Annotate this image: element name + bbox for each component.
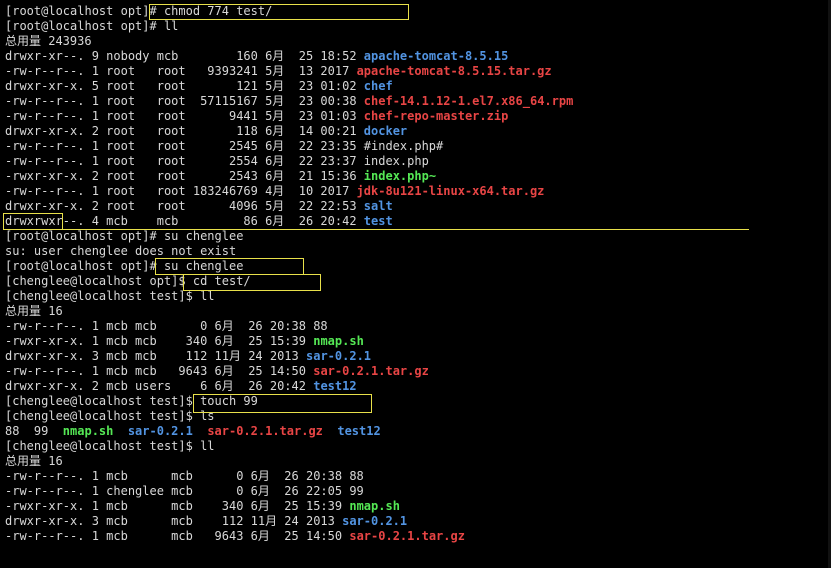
line-text	[193, 424, 207, 438]
line-text: [chenglee@localhost test]$ touch 99	[5, 394, 258, 408]
terminal-line: -rw-r--r--. 1 mcb mcb 0 6月 26 20:38 88	[5, 469, 827, 484]
line-text: -rw-r--r--. 1 root root 57115167 5月 23 0…	[5, 94, 364, 108]
terminal-line: 总用量 16	[5, 454, 827, 469]
line-text: -rw-r--r--. 1 root root 9393241 5月 13 20…	[5, 64, 357, 78]
terminal-line: -rw-r--r--. 1 root root 2545 6月 22 23:35…	[5, 139, 827, 154]
terminal-line: [chenglee@localhost test]$ ls	[5, 409, 827, 424]
line-text: drwxr-xr-x. 2 root root 118 6月 14 00:21	[5, 124, 364, 138]
directory-name: sar-0.2.1	[342, 514, 408, 528]
terminal-window[interactable]: [root@localhost opt]# chmod 774 test/[ro…	[0, 0, 831, 568]
terminal-line: -rwxr-xr-x. 1 mcb mcb 340 6月 25 15:39 nm…	[5, 334, 827, 349]
terminal-line: su: user chenglee does not exist	[5, 244, 827, 259]
executable-name: nmap.sh	[62, 424, 114, 438]
directory-name: chef	[363, 79, 393, 93]
terminal-line: -rw-r--r--. 1 root root 9393241 5月 13 20…	[5, 64, 827, 79]
terminal-output: [root@localhost opt]# chmod 774 test/[ro…	[5, 4, 827, 544]
terminal-line: 88 99 nmap.sh sar-0.2.1 sar-0.2.1.tar.gz…	[5, 424, 827, 439]
line-text: -rw-r--r--. 1 root root 2554 6月 22 23:37…	[5, 154, 429, 168]
terminal-line: drwxrwxr--. 4 mcb mcb 86 6月 26 20:42 tes…	[5, 214, 827, 229]
line-text: -rw-r--r--. 1 mcb mcb 0 6月 26 20:38 88	[5, 319, 328, 333]
line-text: -rw-r--r--. 1 root root 183246769 4月 10 …	[5, 184, 357, 198]
terminal-line: -rw-r--r--. 1 chenglee mcb 0 6月 26 22:05…	[5, 484, 827, 499]
line-text: 总用量 16	[5, 304, 63, 318]
terminal-line: 总用量 16	[5, 304, 827, 319]
terminal-line: drwxr-xr-x. 3 mcb mcb 112 11月 24 2013 sa…	[5, 514, 827, 529]
terminal-line: -rwxr-xr-x. 1 mcb mcb 340 6月 25 15:39 nm…	[5, 499, 827, 514]
line-text: 88 99	[5, 424, 63, 438]
line-text: drwxr-xr--. 9 nobody mcb 160 6月 25 18:52	[5, 49, 364, 63]
line-text: -rw-r--r--. 1 root root 2545 6月 22 23:35…	[5, 139, 444, 153]
line-text: drwxr-xr-x. 3 mcb mcb 112 11月 24 2013	[5, 514, 343, 528]
terminal-line: [chenglee@localhost opt]$ cd test/	[5, 274, 827, 289]
executable-name: nmap.sh	[313, 334, 364, 348]
directory-name: sar-0.2.1	[127, 424, 193, 438]
archive-name: jdk-8u121-linux-x64.tar.gz	[356, 184, 545, 198]
directory-name: docker	[363, 124, 408, 138]
directory-name: test	[363, 214, 393, 228]
archive-name: sar-0.2.1.tar.gz	[313, 364, 429, 378]
terminal-line: -rwxr-xr-x. 2 root root 2543 6月 21 15:36…	[5, 169, 827, 184]
terminal-line: -rw-r--r--. 1 mcb mcb 9643 6月 25 14:50 s…	[5, 364, 827, 379]
line-text: [root@localhost opt]# chmod 774 test/	[5, 4, 273, 18]
line-text: [chenglee@localhost test]$ ll	[5, 289, 215, 303]
terminal-line: -rw-r--r--. 1 mcb mcb 0 6月 26 20:38 88	[5, 319, 827, 334]
archive-name: chef-14.1.12-1.el7.x86_64.rpm	[363, 94, 574, 108]
directory-name: test12	[337, 424, 381, 438]
directory-name: apache-tomcat-8.5.15	[363, 49, 509, 63]
line-text: [root@localhost opt]# su chenglee	[5, 259, 244, 273]
terminal-line: -rw-r--r--. 1 root root 183246769 4月 10 …	[5, 184, 827, 199]
line-text: -rw-r--r--. 1 mcb mcb 0 6月 26 20:38 88	[5, 469, 364, 483]
terminal-line: drwxr-xr-x. 3 mcb mcb 112 11月 24 2013 sa…	[5, 349, 827, 364]
line-text: -rw-r--r--. 1 chenglee mcb 0 6月 26 22:05…	[5, 484, 364, 498]
archive-name: chef-repo-master.zip	[363, 109, 509, 123]
line-text: -rwxr-xr-x. 2 root root 2543 6月 21 15:36	[5, 169, 364, 183]
directory-name: sar-0.2.1	[306, 349, 372, 363]
terminal-line: [root@localhost opt]# chmod 774 test/	[5, 4, 827, 19]
terminal-line: -rw-r--r--. 1 root root 57115167 5月 23 0…	[5, 94, 827, 109]
line-text: -rwxr-xr-x. 1 mcb mcb 340 6月 25 15:39	[5, 499, 350, 513]
terminal-line: drwxr-xr-x. 2 root root 4096 5月 22 22:53…	[5, 199, 827, 214]
line-text: drwxrwxr--. 4 mcb mcb 86 6月 26 20:42	[5, 214, 364, 228]
line-text: [root@localhost opt]# su chenglee	[5, 229, 244, 243]
directory-name: test12	[313, 379, 357, 393]
terminal-line: drwxr-xr-x. 5 root root 121 5月 23 01:02 …	[5, 79, 827, 94]
terminal-line: [chenglee@localhost test]$ ll	[5, 439, 827, 454]
line-text	[323, 424, 337, 438]
terminal-line: -rw-r--r--. 1 root root 9441 5月 23 01:03…	[5, 109, 827, 124]
archive-name: sar-0.2.1.tar.gz	[349, 529, 465, 543]
terminal-line: drwxr-xr-x. 2 mcb users 6 6月 26 20:42 te…	[5, 379, 827, 394]
terminal-line: drwxr-xr--. 9 nobody mcb 160 6月 25 18:52…	[5, 49, 827, 64]
archive-name: apache-tomcat-8.5.15.tar.gz	[356, 64, 552, 78]
line-text: -rwxr-xr-x. 1 mcb mcb 340 6月 25 15:39	[5, 334, 314, 348]
terminal-line: -rw-r--r--. 1 mcb mcb 9643 6月 25 14:50 s…	[5, 529, 827, 544]
line-text: [chenglee@localhost test]$ ll	[5, 439, 215, 453]
line-text: [chenglee@localhost opt]$ cd test/	[5, 274, 251, 288]
line-text: drwxr-xr-x. 5 root root 121 5月 23 01:02	[5, 79, 364, 93]
terminal-line: [chenglee@localhost test]$ ll	[5, 289, 827, 304]
terminal-line: [chenglee@localhost test]$ touch 99	[5, 394, 827, 409]
terminal-line: [root@localhost opt]# su chenglee	[5, 259, 827, 274]
line-text: su: user chenglee does not exist	[5, 244, 237, 258]
line-text: drwxr-xr-x. 3 mcb mcb 112 11月 24 2013	[5, 349, 306, 363]
line-text	[113, 424, 127, 438]
line-text: [chenglee@localhost test]$ ls	[5, 409, 215, 423]
line-text: drwxr-xr-x. 2 root root 4096 5月 22 22:53	[5, 199, 364, 213]
line-text: 总用量 16	[5, 454, 63, 468]
line-text: [root@localhost opt]# ll	[5, 19, 179, 33]
line-text: 总用量 243936	[5, 34, 92, 48]
line-text: -rw-r--r--. 1 root root 9441 5月 23 01:03	[5, 109, 364, 123]
terminal-line: [root@localhost opt]# su chenglee	[5, 229, 827, 244]
terminal-line: [root@localhost opt]# ll	[5, 19, 827, 34]
terminal-line: -rw-r--r--. 1 root root 2554 6月 22 23:37…	[5, 154, 827, 169]
line-text: -rw-r--r--. 1 mcb mcb 9643 6月 25 14:50	[5, 364, 314, 378]
line-text: drwxr-xr-x. 2 mcb users 6 6月 26 20:42	[5, 379, 314, 393]
line-text: -rw-r--r--. 1 mcb mcb 9643 6月 25 14:50	[5, 529, 350, 543]
archive-name: sar-0.2.1.tar.gz	[207, 424, 323, 438]
executable-name: nmap.sh	[349, 499, 400, 513]
terminal-line: drwxr-xr-x. 2 root root 118 6月 14 00:21 …	[5, 124, 827, 139]
executable-name: index.php~	[363, 169, 437, 183]
terminal-line: 总用量 243936	[5, 34, 827, 49]
directory-name: salt	[363, 199, 393, 213]
